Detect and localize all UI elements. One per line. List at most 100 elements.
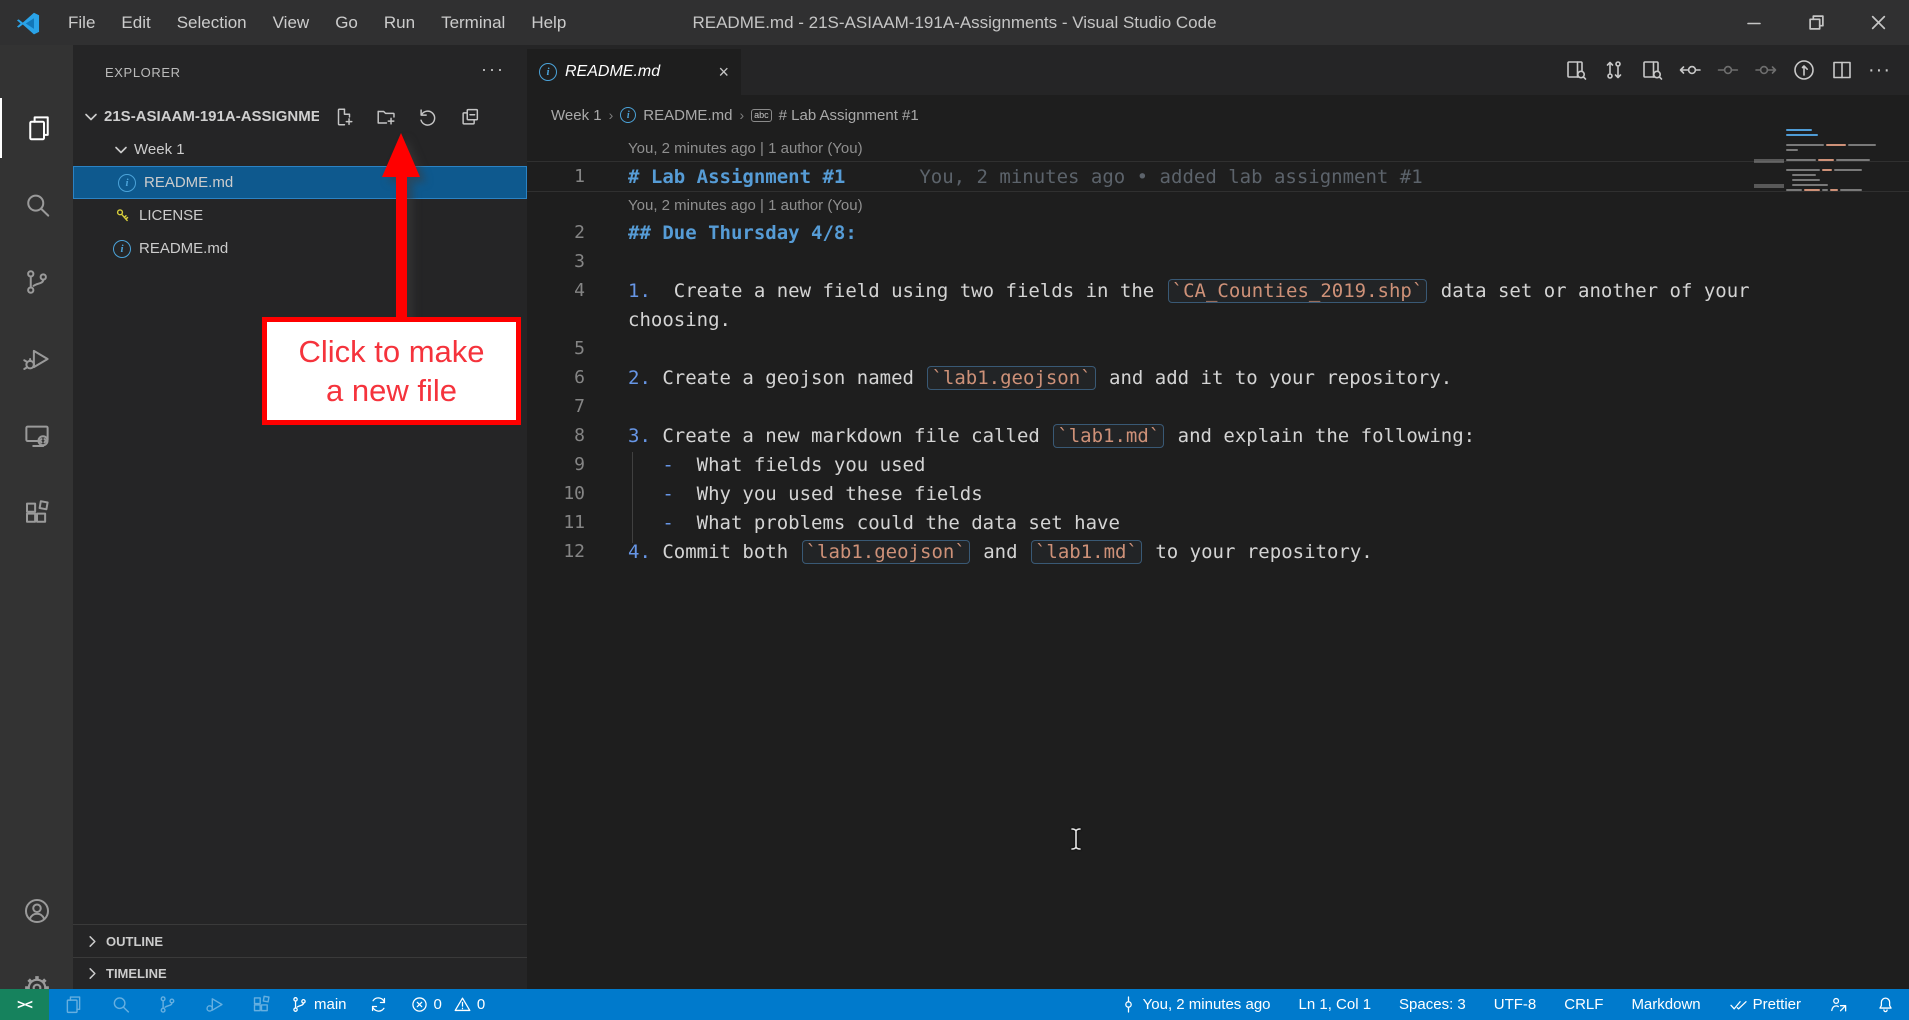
branch-indicator[interactable]: main bbox=[290, 995, 347, 1014]
annotation-text: a new file bbox=[326, 371, 457, 410]
search-icon bbox=[110, 994, 131, 1015]
code-line-7: 7 bbox=[527, 392, 1909, 421]
window-title: README.md - 21S-ASIAAM-191A-Assignments … bbox=[692, 13, 1216, 33]
tree-file-license[interactable]: LICENSE bbox=[73, 199, 527, 232]
breadcrumb: Week 1 › i README.md › abc # Lab Assignm… bbox=[527, 95, 1909, 135]
annotation-text: Click to make bbox=[298, 332, 484, 371]
code-line-6: 6 2. Create a geojson named `lab1.geojso… bbox=[527, 363, 1909, 392]
error-count: 0 bbox=[434, 996, 442, 1013]
formatter-status[interactable]: Prettier bbox=[1729, 995, 1801, 1014]
menu-view[interactable]: View bbox=[260, 0, 323, 45]
breadcrumb-file[interactable]: README.md bbox=[643, 107, 732, 124]
search-icon[interactable] bbox=[0, 175, 73, 235]
encoding[interactable]: UTF-8 bbox=[1494, 996, 1537, 1013]
file-history-icon[interactable] bbox=[1792, 58, 1816, 82]
split-editor-icon[interactable] bbox=[1830, 58, 1854, 82]
refresh-icon[interactable] bbox=[417, 106, 439, 128]
run-debug-icon[interactable] bbox=[0, 329, 73, 389]
explorer-icon[interactable] bbox=[0, 98, 75, 158]
gitlens-blame-status[interactable]: You, 2 minutes ago bbox=[1119, 995, 1271, 1014]
timeline-section[interactable]: TIMELINE bbox=[73, 957, 527, 989]
menu-help[interactable]: Help bbox=[518, 0, 579, 45]
collapse-all-icon[interactable] bbox=[459, 106, 481, 128]
minimize-icon[interactable] bbox=[1723, 0, 1785, 45]
tree-root-folder[interactable]: 21S-ASIAAM-191A-ASSIGNME... bbox=[73, 100, 527, 133]
folder-label: Week 1 bbox=[134, 141, 185, 158]
menu-file[interactable]: File bbox=[55, 0, 108, 45]
source-control-icon[interactable] bbox=[0, 252, 73, 312]
accounts-icon[interactable] bbox=[0, 881, 73, 941]
commit-disabled-icon bbox=[1716, 58, 1740, 82]
codelens[interactable]: You, 2 minutes ago | 1 author (You) bbox=[527, 135, 1909, 161]
remote-indicator[interactable]: >< bbox=[0, 989, 49, 1020]
code-line-8: 8 3. Create a new markdown file called `… bbox=[527, 421, 1909, 450]
remote-explorer-icon[interactable] bbox=[0, 406, 73, 466]
file-label: README.md bbox=[144, 174, 233, 191]
open-preview-icon[interactable] bbox=[1564, 58, 1588, 82]
open-changes-icon[interactable] bbox=[1602, 58, 1626, 82]
new-file-icon[interactable] bbox=[333, 106, 355, 128]
extensions-icon[interactable] bbox=[0, 483, 73, 543]
cursor-position[interactable]: Ln 1, Col 1 bbox=[1299, 996, 1372, 1013]
text-cursor-pointer bbox=[1069, 827, 1083, 851]
branch-name: main bbox=[314, 996, 347, 1013]
sync-button[interactable] bbox=[369, 995, 388, 1014]
indentation[interactable]: Spaces: 3 bbox=[1399, 996, 1466, 1013]
line-number: 3 bbox=[527, 251, 585, 272]
breadcrumb-symbol[interactable]: # Lab Assignment #1 bbox=[779, 107, 919, 124]
line-number: 11 bbox=[527, 512, 585, 533]
close-icon[interactable] bbox=[1847, 0, 1909, 45]
info-icon: i bbox=[539, 63, 557, 81]
extensions-icon bbox=[251, 994, 272, 1015]
editor-actions: ··· bbox=[1564, 45, 1909, 95]
code-line-9: 9 - What fields you used bbox=[527, 450, 1909, 479]
root-folder-label: 21S-ASIAAM-191A-ASSIGNME... bbox=[104, 108, 319, 125]
overview-ruler-mark bbox=[1754, 159, 1784, 163]
code-editor[interactable]: You, 2 minutes ago | 1 author (You) 1 # … bbox=[527, 135, 1909, 989]
tab-readme[interactable]: i README.md × bbox=[527, 49, 741, 95]
menu-run[interactable]: Run bbox=[371, 0, 428, 45]
tree-folder-week1[interactable]: Week 1 bbox=[73, 133, 527, 166]
editor-area: i README.md × ··· Week 1 bbox=[527, 45, 1909, 989]
outline-label: OUTLINE bbox=[106, 934, 163, 949]
markdown-preview-icon[interactable] bbox=[1640, 58, 1664, 82]
tab-close-icon[interactable]: × bbox=[718, 62, 729, 83]
code-line-4-wrap: choosing. bbox=[527, 305, 1909, 334]
language-mode[interactable]: Markdown bbox=[1631, 996, 1700, 1013]
problems-indicator[interactable]: 0 0 bbox=[410, 995, 486, 1014]
codelens[interactable]: You, 2 minutes ago | 1 author (You) bbox=[527, 192, 1909, 218]
overview-ruler-mark bbox=[1754, 184, 1784, 188]
code-line-5: 5 bbox=[527, 334, 1909, 363]
feedback-button[interactable] bbox=[1829, 995, 1848, 1014]
chevron-right-icon: › bbox=[739, 107, 744, 123]
menu-edit[interactable]: Edit bbox=[108, 0, 163, 45]
tree-file-readme[interactable]: i README.md bbox=[73, 232, 527, 265]
previous-change-icon[interactable] bbox=[1678, 58, 1702, 82]
chevron-right-icon bbox=[85, 966, 100, 981]
chevron-down-icon bbox=[83, 109, 99, 125]
eol-sequence[interactable]: CRLF bbox=[1564, 996, 1603, 1013]
vscode-window: File Edit Selection View Go Run Terminal… bbox=[0, 0, 1909, 1020]
ghost-activity-icons bbox=[63, 994, 272, 1015]
tree-file-readme-week1[interactable]: i README.md bbox=[73, 166, 527, 199]
line-number: 4 bbox=[527, 280, 585, 301]
menu-terminal[interactable]: Terminal bbox=[428, 0, 518, 45]
minimap[interactable] bbox=[1786, 129, 1900, 194]
file-label: README.md bbox=[139, 240, 228, 257]
explorer-more-actions-icon[interactable]: ··· bbox=[481, 59, 505, 80]
menu-selection[interactable]: Selection bbox=[164, 0, 260, 45]
bell-icon bbox=[1876, 995, 1895, 1014]
notifications-button[interactable] bbox=[1876, 995, 1895, 1014]
key-icon bbox=[113, 207, 131, 225]
double-check-icon bbox=[1729, 995, 1748, 1014]
explorer-header-label: EXPLORER bbox=[105, 65, 181, 80]
outline-section[interactable]: OUTLINE bbox=[73, 924, 527, 958]
more-actions-icon[interactable]: ··· bbox=[1868, 59, 1891, 82]
restore-icon[interactable] bbox=[1785, 0, 1847, 45]
menu-go[interactable]: Go bbox=[322, 0, 371, 45]
new-folder-icon[interactable] bbox=[375, 106, 397, 128]
breadcrumb-folder[interactable]: Week 1 bbox=[551, 107, 602, 124]
window-controls bbox=[1723, 0, 1909, 45]
code-line-1: 1 # Lab Assignment #1You, 2 minutes ago … bbox=[527, 161, 1909, 192]
code-line-10: 10 - Why you used these fields bbox=[527, 479, 1909, 508]
